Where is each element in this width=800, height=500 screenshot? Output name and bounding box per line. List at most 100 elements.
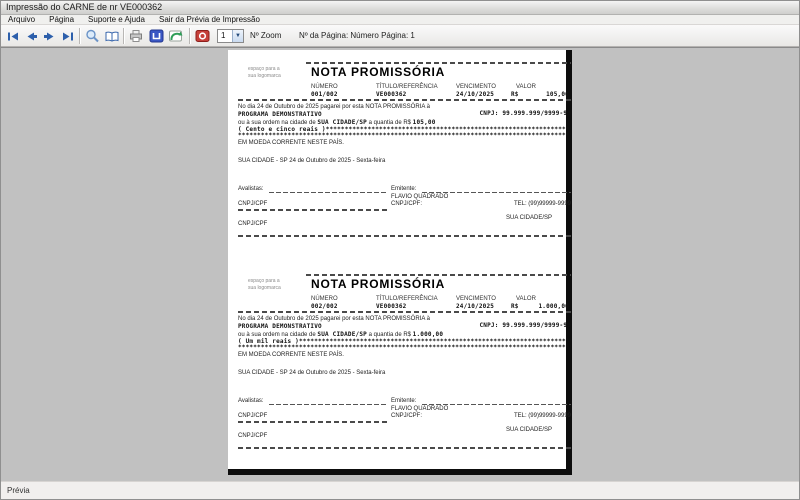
beneficiary-cnpj: CNPJ: 99.999.999/9999-99	[479, 322, 571, 329]
next-page-icon	[42, 30, 57, 43]
export-icon	[168, 29, 184, 43]
title-bar: Impressão do CARNE de nr VE000362	[1, 1, 799, 15]
vencimento-header: VENCIMENTO	[456, 84, 496, 90]
avalista-cnpjcpf-label: CNPJ/CPF	[238, 201, 268, 207]
vencimento-value: 24/10/2025	[456, 91, 495, 98]
avalistas-signature-line	[269, 192, 388, 193]
beneficiary-name: PROGRAMA DEMONSTRATIVO	[238, 323, 322, 330]
menu-pagina[interactable]: Página	[42, 15, 81, 25]
vencimento-header: VENCIMENTO	[456, 296, 496, 302]
status-bar: Prévia	[1, 481, 799, 499]
menu-suporte-ajuda[interactable]: Suporte e Ajuda	[81, 15, 152, 25]
page-info-label: Nº da Página: Número Página: 1	[299, 31, 415, 40]
vencimento-value: 24/10/2025	[456, 303, 495, 310]
print-setup-button[interactable]	[147, 27, 165, 45]
emitente-phone: TEL: (99)99999-9999	[513, 413, 571, 419]
logo-placeholder-line2: sua logomarca	[248, 285, 281, 291]
numero-value: 001/002	[311, 91, 338, 98]
two-pages-button[interactable]	[103, 27, 121, 45]
print-setup-icon	[149, 29, 164, 43]
avalista2-cnpjcpf-label: CNPJ/CPF	[238, 221, 268, 227]
previous-page-button[interactable]	[22, 27, 40, 45]
preview-area[interactable]: espaço para a sua logomarca NOTA PROMISS…	[1, 47, 799, 481]
currency-symbol: R$	[511, 91, 519, 98]
two-pages-icon	[104, 30, 120, 43]
currency-note: EM MOEDA CORRENTE NESTE PAÍS.	[238, 352, 344, 358]
emitente-phone: TEL: (99)99999-9999	[513, 201, 571, 207]
beneficiary-name: PROGRAMA DEMONSTRATIVO	[238, 111, 322, 118]
referencia-header: TÍTULO/REFERÊNCIA	[376, 296, 438, 302]
valor-value: 105,00	[546, 91, 569, 98]
divider	[238, 99, 571, 101]
referencia-value: VE000362	[376, 91, 407, 98]
numero-header: NÚMERO	[311, 84, 338, 90]
beneficiary-cnpj: CNPJ: 99.999.999/9999-99	[479, 110, 571, 117]
currency-note: EM MOEDA CORRENTE NESTE PAÍS.	[238, 140, 344, 146]
city-date-line: SUA CIDADE - SP 24 de Outubro de 2025 - …	[238, 158, 386, 164]
emitente-label: Emitente:	[391, 398, 417, 404]
print-button[interactable]	[127, 27, 145, 45]
menu-sair-previa[interactable]: Sair da Prévia de Impressão	[152, 15, 267, 25]
avalista2-signature-line	[238, 421, 388, 423]
avalistas-label: Avalistas:	[238, 398, 264, 404]
close-preview-button[interactable]	[193, 27, 211, 45]
avalistas-signature-line	[269, 404, 388, 405]
order-city: SUA CIDADE/SP	[317, 119, 367, 126]
order-value: 1.000,00	[412, 331, 444, 338]
valor-header: VALOR	[516, 84, 536, 90]
promise-line: No dia 24 de Outubro de 2025 pagarei por…	[238, 104, 430, 110]
status-text: Prévia	[7, 486, 30, 495]
note-title: NOTA PROMISSÓRIA	[311, 277, 446, 291]
first-page-icon	[6, 30, 21, 43]
order-line: ou à sua ordem na cidade de SUA CIDADE/S…	[238, 119, 436, 126]
zoom-select-value: 1	[221, 31, 226, 40]
referencia-header: TÍTULO/REFERÊNCIA	[376, 84, 438, 90]
order-value: 105,00	[412, 119, 436, 126]
valor-value: 1.000,00	[538, 303, 569, 310]
printer-icon	[128, 29, 144, 43]
numero-value: 002/002	[311, 303, 338, 310]
divider	[238, 311, 571, 313]
emitente-name: FLAVIO QUADRADO	[391, 194, 449, 200]
note-bottom-divider	[238, 447, 571, 449]
zoom-select[interactable]: 1 ▼	[217, 29, 244, 43]
promissory-note-1: espaço para a sua logomarca NOTA PROMISS…	[238, 62, 571, 242]
chevron-down-icon[interactable]: ▼	[232, 30, 243, 42]
valor-header: VALOR	[516, 296, 536, 302]
order-line: ou à sua ordem na cidade de SUA CIDADE/S…	[238, 331, 444, 338]
zoom-magnifier-icon	[85, 29, 100, 43]
divider	[306, 62, 571, 64]
menu-arquivo[interactable]: Arquivo	[1, 15, 42, 25]
emitente-name: FLAVIO QUADRADO	[391, 406, 449, 412]
first-page-button[interactable]	[4, 27, 22, 45]
asterisk-filler-line: ****************************************…	[238, 344, 571, 351]
logo-placeholder-line1: espaço para a	[248, 66, 280, 72]
window-title: Impressão do CARNE de nr VE000362	[6, 2, 163, 12]
emitente-cnpjcpf-label: CNPJ/CPF:	[391, 413, 423, 419]
promise-line: No dia 24 de Outubro de 2025 pagarei por…	[238, 316, 430, 322]
avalistas-label: Avalistas:	[238, 186, 264, 192]
emitente-signature-line	[422, 192, 571, 193]
asterisk-filler-line: ****************************************…	[238, 132, 571, 139]
emitente-cnpjcpf-label: CNPJ/CPF:	[391, 201, 423, 207]
document-page: espaço para a sua logomarca NOTA PROMISS…	[228, 50, 572, 475]
avalista2-signature-line	[238, 209, 388, 211]
referencia-value: VE000362	[376, 303, 407, 310]
avalista-cnpjcpf-label: CNPJ/CPF	[238, 413, 268, 419]
logo-placeholder-line2: sua logomarca	[248, 73, 281, 79]
divider	[306, 274, 571, 276]
city-date-line: SUA CIDADE - SP 24 de Outubro de 2025 - …	[238, 370, 386, 376]
close-preview-icon	[195, 29, 210, 43]
menu-bar: Arquivo Página Suporte e Ajuda Sair da P…	[1, 15, 799, 25]
next-page-button[interactable]	[40, 27, 58, 45]
zoom-label: Nº Zoom	[250, 31, 282, 40]
emitente-label: Emitente:	[391, 186, 417, 192]
numero-header: NÚMERO	[311, 296, 338, 302]
toolbar: 1 ▼ Nº Zoom Nº da Página: Número Página:…	[1, 25, 799, 47]
emitente-city: SUA CIDADE/SP	[506, 427, 553, 433]
zoom-button[interactable]	[83, 27, 101, 45]
last-page-button[interactable]	[58, 27, 76, 45]
previous-page-icon	[24, 30, 39, 43]
export-button[interactable]	[167, 27, 185, 45]
avalista2-cnpjcpf-label: CNPJ/CPF	[238, 433, 268, 439]
